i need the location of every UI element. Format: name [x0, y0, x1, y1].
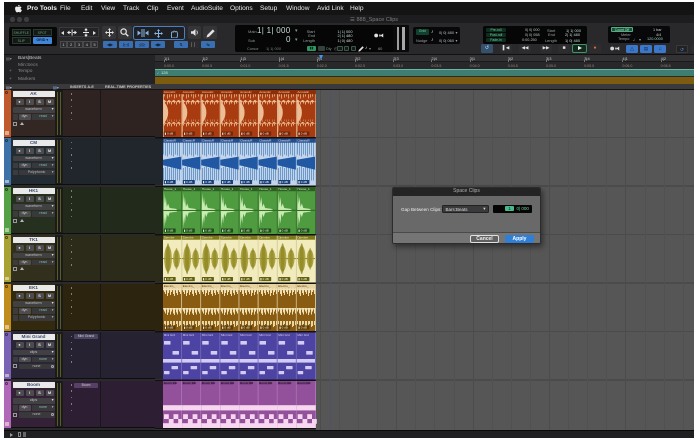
svg-text:Acoustic: Acoustic [202, 90, 214, 94]
svg-text:ClassicR: ClassicR [278, 138, 291, 142]
svg-text:▮ 0 dB: ▮ 0 dB [298, 228, 307, 232]
svg-text:▮ 0 dB: ▮ 0 dB [260, 325, 269, 329]
svg-text:Mini Grd: Mini Grd [164, 332, 176, 336]
svg-text:Djembe: Djembe [202, 235, 213, 239]
svg-text:House_1: House_1 [183, 187, 196, 191]
svg-text:Electro_: Electro_ [240, 284, 252, 288]
svg-text:Mini Grd: Mini Grd [297, 332, 309, 336]
svg-text:Acoustic: Acoustic [278, 90, 290, 94]
svg-text:Djembe: Djembe [221, 235, 232, 239]
svg-text:▮ 0 dB: ▮ 0 dB [165, 228, 174, 232]
svg-text:▮ 0 dB: ▮ 0 dB [279, 277, 288, 281]
svg-text:ClassicR: ClassicR [221, 138, 234, 142]
svg-text:▮ 0 dB: ▮ 0 dB [222, 180, 231, 184]
svg-text:▮ 0 dB: ▮ 0 dB [203, 131, 212, 135]
svg-text:Acoustic: Acoustic [240, 90, 252, 94]
svg-text:▮ 0 dB: ▮ 0 dB [298, 180, 307, 184]
svg-text:Boom BB: Boom BB [202, 381, 215, 385]
svg-text:▮ 0 dB: ▮ 0 dB [260, 131, 269, 135]
svg-text:▮ 0 dB: ▮ 0 dB [279, 228, 288, 232]
svg-text:Mini Grd: Mini Grd [278, 332, 290, 336]
svg-text:Acoustic: Acoustic [183, 90, 195, 94]
svg-text:Mini Grd: Mini Grd [221, 332, 233, 336]
svg-text:▮ 0 dB: ▮ 0 dB [222, 325, 231, 329]
svg-text:▮ 0 dB: ▮ 0 dB [184, 131, 193, 135]
svg-text:▮ 0 dB: ▮ 0 dB [298, 325, 307, 329]
svg-text:▮ 0 dB: ▮ 0 dB [241, 325, 250, 329]
svg-text:▮ 0 dB: ▮ 0 dB [203, 325, 212, 329]
svg-text:Djembe: Djembe [164, 235, 175, 239]
svg-text:Boom BB: Boom BB [297, 381, 310, 385]
svg-text:Acoustic: Acoustic [164, 90, 176, 94]
svg-text:▮ 0 dB: ▮ 0 dB [241, 228, 250, 232]
svg-text:▮ 0 dB: ▮ 0 dB [241, 180, 250, 184]
svg-text:House_1: House_1 [259, 187, 272, 191]
svg-text:Boom BB: Boom BB [240, 381, 253, 385]
svg-text:Electro_: Electro_ [278, 284, 290, 288]
svg-text:Acoustic: Acoustic [297, 90, 309, 94]
svg-text:House_1: House_1 [202, 187, 215, 191]
svg-text:▮ 0 dB: ▮ 0 dB [184, 180, 193, 184]
svg-text:▮ 0 dB: ▮ 0 dB [279, 131, 288, 135]
svg-text:▮ 0 dB: ▮ 0 dB [203, 277, 212, 281]
svg-text:Boom BB: Boom BB [164, 381, 177, 385]
svg-text:▮ 0 dB: ▮ 0 dB [184, 277, 193, 281]
svg-text:Djembe: Djembe [259, 235, 270, 239]
svg-text:▮ 0 dB: ▮ 0 dB [184, 228, 193, 232]
svg-text:Djembe: Djembe [278, 235, 289, 239]
svg-text:Acoustic: Acoustic [221, 90, 233, 94]
svg-text:ClassicR: ClassicR [297, 138, 310, 142]
svg-text:▮ 0 dB: ▮ 0 dB [203, 228, 212, 232]
svg-text:House_1: House_1 [164, 187, 177, 191]
svg-text:Boom BB: Boom BB [221, 381, 234, 385]
svg-text:ClassicR: ClassicR [240, 138, 253, 142]
svg-text:▮ 0 dB: ▮ 0 dB [241, 131, 250, 135]
svg-text:House_1: House_1 [278, 187, 291, 191]
svg-text:Boom BB: Boom BB [259, 381, 272, 385]
svg-text:House_1: House_1 [240, 187, 253, 191]
svg-text:ClassicR: ClassicR [164, 138, 177, 142]
svg-text:▮ 0 dB: ▮ 0 dB [184, 325, 193, 329]
svg-text:Djembe: Djembe [297, 235, 308, 239]
svg-text:Electro_: Electro_ [183, 284, 195, 288]
svg-text:▮ 0 dB: ▮ 0 dB [260, 277, 269, 281]
svg-text:▮ 0 dB: ▮ 0 dB [241, 277, 250, 281]
svg-text:▮ 0 dB: ▮ 0 dB [165, 277, 174, 281]
svg-text:▮ 0 dB: ▮ 0 dB [298, 131, 307, 135]
svg-text:▮ 0 dB: ▮ 0 dB [298, 277, 307, 281]
svg-text:ClassicR: ClassicR [183, 138, 196, 142]
svg-text:Mini Grd: Mini Grd [202, 332, 214, 336]
svg-text:Djembe: Djembe [240, 235, 251, 239]
svg-text:ClassicR: ClassicR [259, 138, 272, 142]
svg-text:Electro_: Electro_ [164, 284, 176, 288]
svg-text:▮ 0 dB: ▮ 0 dB [222, 277, 231, 281]
svg-text:Mini Grd: Mini Grd [259, 332, 271, 336]
svg-text:▮ 0 dB: ▮ 0 dB [165, 325, 174, 329]
svg-text:▮ 0 dB: ▮ 0 dB [165, 131, 174, 135]
svg-text:Electro_: Electro_ [221, 284, 233, 288]
svg-text:Acoustic: Acoustic [259, 90, 271, 94]
svg-text:▮ 0 dB: ▮ 0 dB [203, 180, 212, 184]
svg-text:▮ 0 dB: ▮ 0 dB [222, 131, 231, 135]
svg-text:Boom BB: Boom BB [278, 381, 291, 385]
svg-text:▮ 0 dB: ▮ 0 dB [222, 228, 231, 232]
svg-text:Electro_: Electro_ [202, 284, 214, 288]
svg-text:Boom BB: Boom BB [183, 381, 196, 385]
svg-text:▮ 0 dB: ▮ 0 dB [260, 228, 269, 232]
svg-text:▮ 0 dB: ▮ 0 dB [260, 180, 269, 184]
svg-text:Mini Grd: Mini Grd [183, 332, 195, 336]
svg-text:▮ 0 dB: ▮ 0 dB [279, 325, 288, 329]
svg-text:Djembe: Djembe [183, 235, 194, 239]
svg-text:ClassicR: ClassicR [202, 138, 215, 142]
svg-text:Electro_: Electro_ [259, 284, 271, 288]
svg-text:Electro_: Electro_ [297, 284, 309, 288]
svg-text:House_1: House_1 [221, 187, 234, 191]
svg-text:▮ 0 dB: ▮ 0 dB [279, 180, 288, 184]
svg-text:Mini Grd: Mini Grd [240, 332, 252, 336]
svg-text:House_1: House_1 [297, 187, 310, 191]
svg-text:▮ 0 dB: ▮ 0 dB [165, 180, 174, 184]
